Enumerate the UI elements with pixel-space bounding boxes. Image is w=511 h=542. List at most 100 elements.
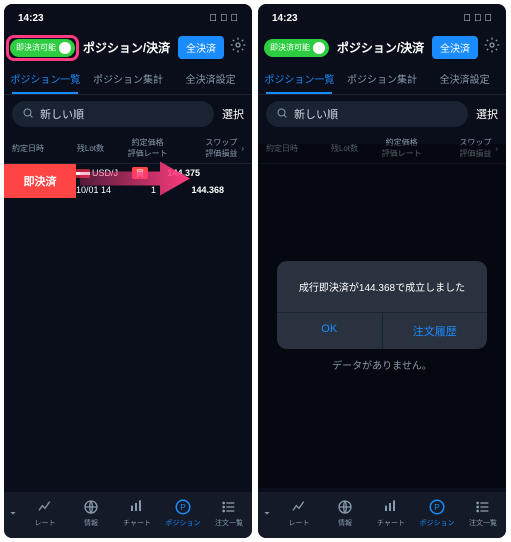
settle-all-button[interactable]: 全決済 <box>432 36 478 59</box>
toggle-label: 即決済可能 <box>270 42 310 53</box>
nav-chart[interactable]: チャート <box>368 498 414 528</box>
position-row-wrap: 即決済 USD/J 買 144.375 10/01 14 1 144.368 <box>4 164 252 198</box>
tab-positions[interactable]: ポジション一覧 <box>4 63 87 94</box>
nav-chart[interactable]: チャート <box>114 498 160 528</box>
pair-cell: USD/J <box>76 168 126 178</box>
tab-summary[interactable]: ポジション集計 <box>87 63 170 94</box>
rate-cell: 144.375 <box>154 168 200 178</box>
position-icon: P <box>428 498 446 516</box>
nav-position[interactable]: P ポジション <box>414 498 460 528</box>
nav-label: 注文一覧 <box>215 518 243 528</box>
search-box[interactable]: 新しい順 <box>266 101 468 127</box>
settle-all-button[interactable]: 全決済 <box>178 36 224 59</box>
tab-settle-settings[interactable]: 全決済設定 <box>423 63 506 94</box>
page-title: ポジション/決済 <box>81 39 172 56</box>
tabs: ポジション一覧 ポジション集計 全決済設定 <box>4 63 252 95</box>
page-title: ポジション/決済 <box>335 39 426 56</box>
signal-icon: 􀙇 <box>464 13 472 24</box>
svg-text:P: P <box>434 503 440 512</box>
chevron-right-icon: › <box>241 144 244 153</box>
tab-summary[interactable]: ポジション集計 <box>341 63 424 94</box>
th-lot: 残Lot数 <box>62 143 104 154</box>
highlight-box <box>6 35 79 61</box>
ok-button[interactable]: OK <box>277 313 383 349</box>
wifi-icon: 􀙈 <box>220 13 228 24</box>
table-row[interactable]: USD/J 買 144.375 <box>76 164 252 182</box>
gear-icon[interactable] <box>230 37 246 58</box>
nav-rate[interactable]: レート <box>22 498 68 528</box>
tab-positions[interactable]: ポジション一覧 <box>258 63 341 94</box>
list-icon <box>221 498 237 516</box>
side-badge: 買 <box>132 167 148 179</box>
nav-info[interactable]: 情報 <box>322 498 368 528</box>
svg-text:P: P <box>180 503 186 512</box>
nav-label: ポジション <box>166 518 201 528</box>
nav-label: レート <box>35 518 56 528</box>
bottom-nav: レート 情報 チャート P ポジション 注文一覧 <box>4 492 252 538</box>
nav-label: 情報 <box>84 518 98 528</box>
pair-label: USD/J <box>92 168 118 178</box>
th-datetime: 約定日時 <box>12 143 62 154</box>
search-icon <box>276 107 288 122</box>
datetime-label: 10/01 14 <box>76 185 111 195</box>
search-row: 新しい順 選択 <box>258 95 506 133</box>
statusbar: 14:23 􀙇 􀙈 􀛨 <box>258 4 506 32</box>
drawer-icon[interactable] <box>4 498 22 528</box>
header: 即決済可能 ポジション/決済 全決済 <box>258 32 506 63</box>
status-icons: 􀙇 􀙈 􀛨 <box>210 13 239 24</box>
nav-rate[interactable]: レート <box>276 498 322 528</box>
select-button[interactable]: 選択 <box>222 106 244 122</box>
nav-position[interactable]: P ポジション <box>160 498 206 528</box>
globe-icon <box>337 498 353 516</box>
table-row[interactable]: 10/01 14 1 144.368 <box>76 182 252 198</box>
instant-settle-toggle-wrap: 即決済可能 <box>10 39 75 57</box>
instant-settle-toggle[interactable]: 即決済可能 <box>264 39 329 57</box>
order-history-button[interactable]: 注文履歴 <box>383 313 488 349</box>
tabs: ポジション一覧 ポジション集計 全決済設定 <box>258 63 506 95</box>
drawer-icon[interactable] <box>258 498 276 528</box>
modal-backdrop: 成行即決済が144.368で成立しました OK 注文履歴 データがありません。 <box>258 144 506 488</box>
position-icon: P <box>174 498 192 516</box>
nav-label: 注文一覧 <box>469 518 497 528</box>
search-row: 新しい順 選択 <box>4 95 252 133</box>
phone-right: 14:23 􀙇 􀙈 􀛨 即決済可能 ポジション/決済 全決済 ポジション一覧 ポ… <box>258 4 506 538</box>
list-icon <box>475 498 491 516</box>
statusbar: 14:23 􀙇 􀙈 􀛨 <box>4 4 252 32</box>
gear-icon[interactable] <box>484 37 500 58</box>
header: 即決済可能 ポジション/決済 全決済 <box>4 32 252 63</box>
datetime-cell: 10/01 14 <box>76 185 126 195</box>
globe-icon <box>83 498 99 516</box>
nav-label: チャート <box>123 518 151 528</box>
bottom-nav: レート 情報 チャート P ポジション 注文一覧 <box>258 492 506 538</box>
flag-icon <box>76 169 90 178</box>
nav-label: ポジション <box>420 518 455 528</box>
table-header: 約定日時 残Lot数 約定価格 評価レート スワップ 評価損益 › <box>4 133 252 164</box>
tab-settle-settings[interactable]: 全決済設定 <box>169 63 252 94</box>
nav-info[interactable]: 情報 <box>68 498 114 528</box>
phone-left: 14:23 􀙇 􀙈 􀛨 即決済可能 ポジション/決済 全決済 ポジション一覧 ポ… <box>4 4 252 538</box>
chart-icon <box>382 498 400 516</box>
position-rows: USD/J 買 144.375 10/01 14 1 144.368 <box>76 164 252 198</box>
modal-message: 成行即決済が144.368で成立しました <box>277 261 487 312</box>
confirmation-modal: 成行即決済が144.368で成立しました OK 注文履歴 <box>277 261 487 349</box>
battery-icon: 􀛨 <box>231 13 239 24</box>
rate-cell: 144.368 <box>178 185 224 195</box>
wifi-icon: 􀙈 <box>474 13 482 24</box>
search-placeholder: 新しい順 <box>294 106 338 122</box>
instant-settle-swipe-button[interactable]: 即決済 <box>4 164 76 198</box>
toggle-knob <box>313 42 325 54</box>
nav-orders[interactable]: 注文一覧 <box>460 498 506 528</box>
search-box[interactable]: 新しい順 <box>12 101 214 127</box>
signal-icon: 􀙇 <box>210 13 218 24</box>
th-rate: 約定価格 評価レート <box>104 137 191 159</box>
nav-label: レート <box>289 518 310 528</box>
rate-icon <box>290 498 308 516</box>
nav-orders[interactable]: 注文一覧 <box>206 498 252 528</box>
nav-label: 情報 <box>338 518 352 528</box>
lot-cell: 1 <box>126 185 156 195</box>
select-button[interactable]: 選択 <box>476 106 498 122</box>
chart-icon <box>128 498 146 516</box>
battery-icon: 􀛨 <box>485 13 493 24</box>
nav-label: チャート <box>377 518 405 528</box>
no-data-label: データがありません。 <box>332 357 432 372</box>
